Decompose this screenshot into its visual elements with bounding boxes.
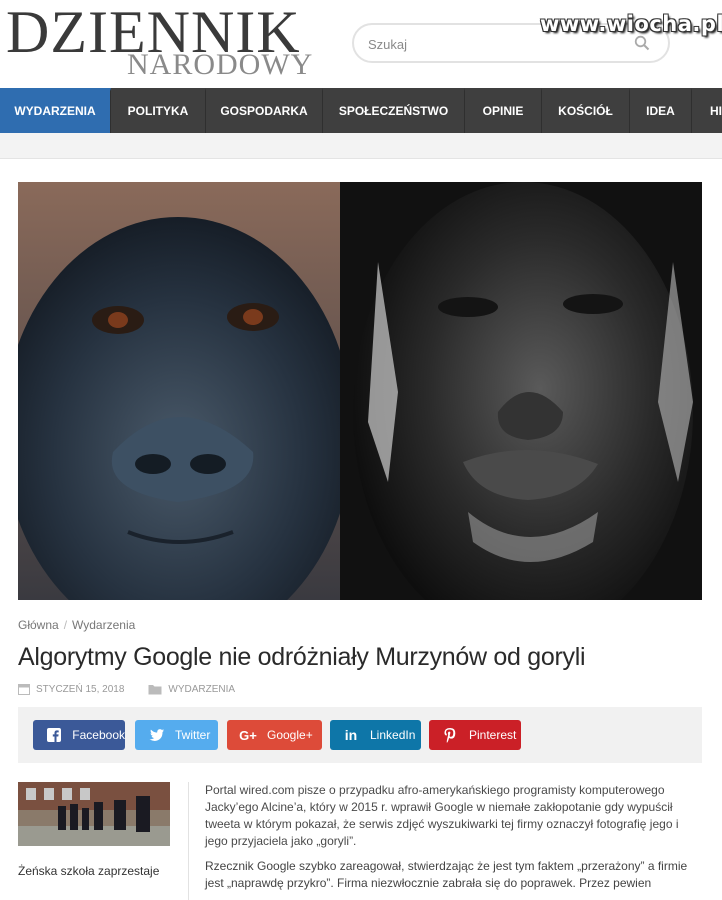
article-meta: STYCZEŃ 15, 2018 WYDARZENIA — [18, 683, 259, 695]
article-date-text: STYCZEŃ 15, 2018 — [36, 683, 125, 695]
related-article-thumbnail[interactable] — [18, 782, 170, 846]
content-divider — [188, 782, 189, 900]
article-body: Portal wired.com pisze o przypadku afro-… — [205, 782, 702, 900]
article-title: Algorytmy Google nie odróżniały Murzynów… — [18, 643, 586, 671]
twitter-icon — [147, 729, 165, 741]
article-category: WYDARZENIA — [148, 684, 235, 695]
article-paragraph: Rzecznik Google szybko zareagował, stwie… — [205, 859, 688, 890]
share-bar: Facebook Twitter G+ Google+ in LinkedIn … — [18, 707, 702, 763]
pinterest-icon — [441, 727, 459, 743]
nav-item-opinie[interactable]: OPINIE — [465, 88, 542, 133]
search-input[interactable] — [368, 34, 628, 54]
breadcrumb-separator: / — [63, 618, 68, 632]
share-facebook-button[interactable]: Facebook — [33, 720, 125, 750]
nav-item-idea[interactable]: IDEA — [630, 88, 692, 133]
share-facebook-label: Facebook — [72, 728, 125, 742]
related-article-title[interactable]: Żeńska szkoła zaprzestaje — [18, 864, 170, 879]
nav-item-more[interactable]: HI — [692, 88, 722, 133]
nav-item-gospodarka[interactable]: GOSPODARKA — [206, 88, 323, 133]
article-date: STYCZEŃ 15, 2018 — [18, 683, 124, 695]
share-twitter-label: Twitter — [175, 728, 211, 742]
hero-photo-illustration — [18, 182, 702, 600]
breadcrumb-home[interactable]: Główna — [18, 618, 59, 632]
googleplus-icon: G+ — [239, 727, 257, 743]
folder-icon — [148, 684, 162, 694]
share-twitter-button[interactable]: Twitter — [135, 720, 218, 750]
share-linkedin-button[interactable]: in LinkedIn — [330, 720, 421, 750]
share-googleplus-label: Google+ — [267, 728, 313, 742]
sub-bar — [0, 133, 722, 159]
related-article[interactable]: Żeńska szkoła zaprzestaje — [18, 782, 170, 879]
breadcrumb: Główna / Wydarzenia — [18, 618, 135, 632]
article-category-link[interactable]: WYDARZENIA — [168, 684, 235, 695]
watermark: www.wiocha.pl — [540, 12, 722, 36]
nav-item-polityka[interactable]: POLITYKA — [111, 88, 206, 133]
facebook-icon — [45, 728, 62, 742]
calendar-icon — [18, 684, 30, 695]
article-paragraph: Portal wired.com pisze o przypadku afro-… — [205, 783, 679, 848]
article-hero-image — [18, 182, 702, 600]
search-icon[interactable] — [634, 35, 650, 51]
nav-item-spoleczenstwo[interactable]: SPOŁECZEŃSTWO — [323, 88, 465, 133]
related-photo-illustration — [18, 782, 170, 846]
main-nav: WYDARZENIA POLITYKA GOSPODARKA SPOŁECZEŃ… — [0, 88, 722, 133]
nav-item-wydarzenia[interactable]: WYDARZENIA — [0, 88, 111, 133]
site-header: DZIENNIK NARODOWY www.wiocha.pl — [0, 0, 722, 88]
nav-item-kosciol[interactable]: KOŚCIÓŁ — [542, 88, 630, 133]
share-linkedin-label: LinkedIn — [370, 728, 416, 742]
share-pinterest-button[interactable]: Pinterest — [429, 720, 521, 750]
breadcrumb-category[interactable]: Wydarzenia — [72, 618, 135, 632]
site-logo-subtitle[interactable]: NARODOWY — [127, 50, 313, 80]
share-pinterest-label: Pinterest — [469, 728, 517, 742]
share-googleplus-button[interactable]: G+ Google+ — [227, 720, 322, 750]
linkedin-icon: in — [344, 727, 358, 743]
